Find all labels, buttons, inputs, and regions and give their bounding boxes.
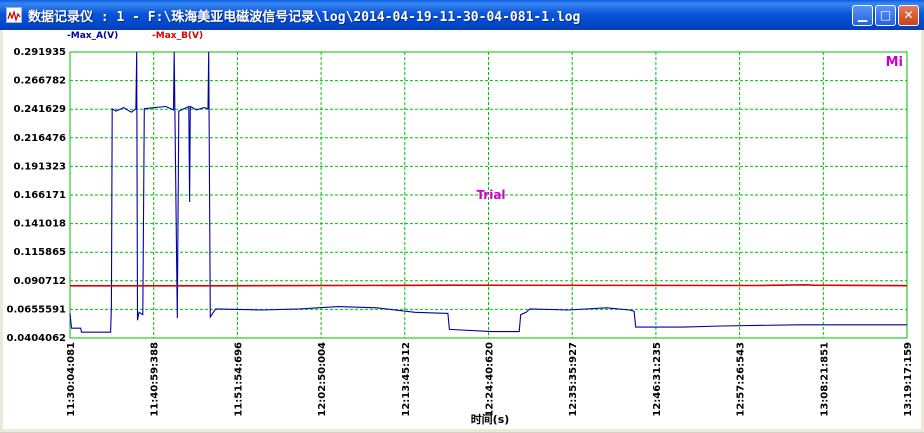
close-button[interactable]: ✕ bbox=[898, 5, 919, 26]
y-tick-label: 0.216476 bbox=[13, 133, 66, 144]
x-axis-label: 时间(s) bbox=[471, 412, 510, 426]
maximize-icon: □ bbox=[879, 8, 892, 22]
chart-app-icon bbox=[6, 7, 22, 23]
y-tick-label: 0.090712 bbox=[13, 276, 66, 287]
x-tick-label: 11:30:04:081 bbox=[66, 342, 77, 417]
y-tick-label: 0.0404062 bbox=[7, 333, 67, 344]
y-tick-label: 0.141018 bbox=[13, 219, 66, 230]
chart-area[interactable]: -Max_A(V) -Max_B(V) 0.291935 0.266782 0.24… bbox=[3, 30, 921, 429]
y-tick-label: 0.191323 bbox=[13, 161, 66, 172]
y-tick-label: 0.291935 bbox=[13, 47, 66, 58]
legend-series-b: -Max_B(V) bbox=[152, 31, 203, 41]
minimize-icon: ▁ bbox=[857, 8, 868, 22]
x-tick-label: 12:57:26:543 bbox=[736, 342, 747, 417]
y-tick-label: 0.241629 bbox=[13, 104, 66, 115]
x-tick-label: 12:24:40:620 bbox=[485, 342, 496, 417]
x-tick-label: 11:40:59:388 bbox=[150, 342, 161, 417]
window-title: 数据记录仪 : 1 - F:\珠海美亚电磁波信号记录\log\2014-04-1… bbox=[28, 10, 581, 25]
x-tick-label: 13:08:21:851 bbox=[819, 342, 830, 417]
maximize-button[interactable]: □ bbox=[875, 5, 896, 26]
y-tick-label: 0.0655591 bbox=[7, 304, 67, 315]
x-tick-label: 12:13:45:312 bbox=[401, 342, 412, 417]
data-logger-window: 数据记录仪 : 1 - F:\珠海美亚电磁波信号记录\log\2014-04-1… bbox=[0, 0, 924, 432]
trial-watermark: Trial bbox=[476, 188, 505, 202]
legend-series-a: -Max_A(V) bbox=[67, 31, 118, 41]
corner-mi-label: Mi bbox=[886, 55, 903, 70]
y-tick-label: 0.115865 bbox=[13, 247, 66, 258]
x-tick-label: 12:35:35:927 bbox=[568, 342, 579, 417]
x-tick-label: 13:19:17:159 bbox=[903, 342, 914, 417]
x-tick-label: 12:02:50:004 bbox=[317, 342, 328, 417]
minimize-button[interactable]: ▁ bbox=[852, 5, 873, 26]
title-bar[interactable]: 数据记录仪 : 1 - F:\珠海美亚电磁波信号记录\log\2014-04-1… bbox=[0, 0, 924, 30]
x-tick-label: 11:51:54:696 bbox=[233, 342, 244, 417]
close-icon: ✕ bbox=[903, 8, 914, 22]
line-chart: -Max_A(V) -Max_B(V) 0.291935 0.266782 0.24… bbox=[7, 31, 914, 426]
y-tick-label: 0.266782 bbox=[13, 76, 66, 87]
x-tick-label: 12:46:31:235 bbox=[652, 342, 663, 417]
y-tick-label: 0.166171 bbox=[13, 190, 66, 201]
